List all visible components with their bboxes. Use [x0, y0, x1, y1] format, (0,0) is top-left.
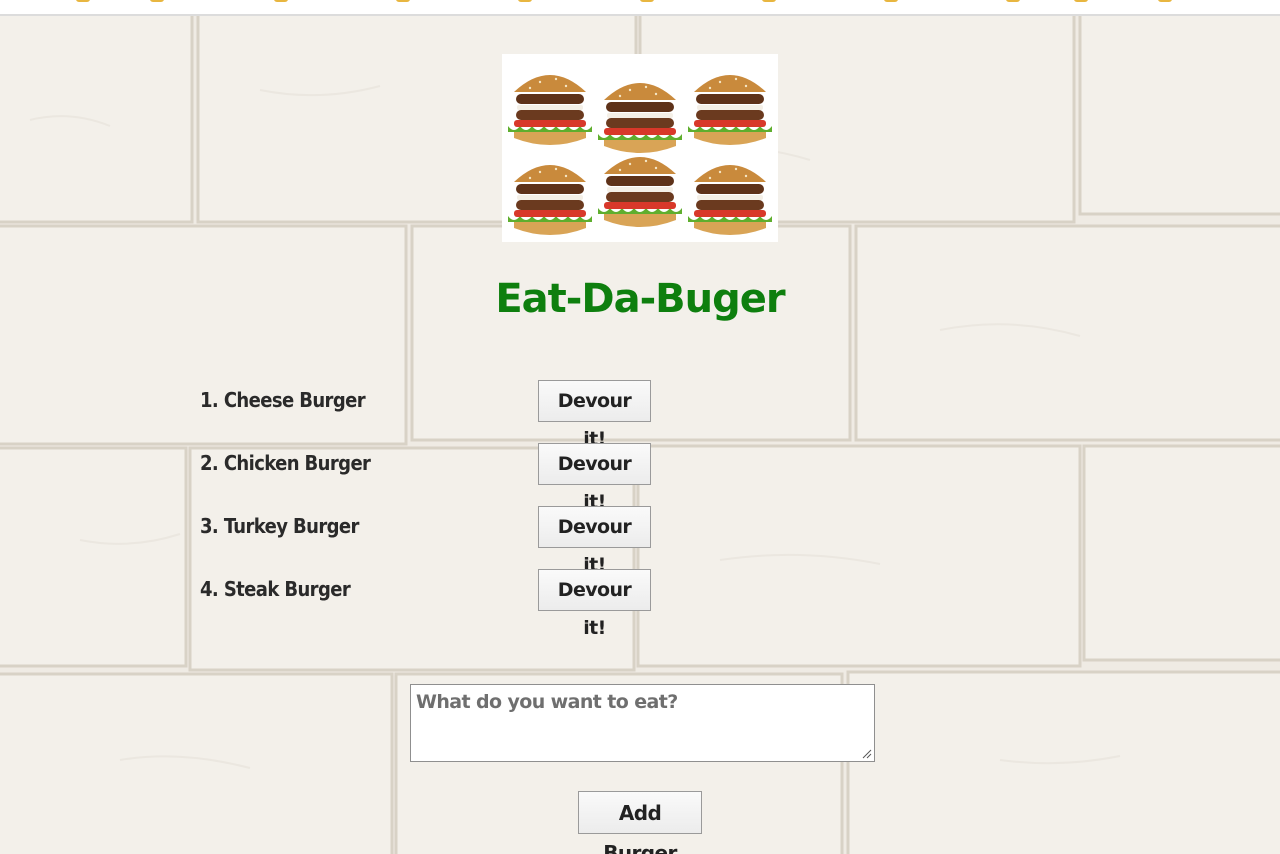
devour-button[interactable]: Devour it! [538, 569, 651, 639]
top-strip [0, 0, 1280, 16]
devour-button[interactable]: Devour it! [538, 506, 651, 576]
strip-dot [518, 0, 532, 2]
strip-dot [1074, 0, 1088, 2]
strip-dot [76, 0, 90, 2]
strip-dot [274, 0, 288, 2]
burger-name: 2. Chicken Burger [200, 451, 371, 475]
strip-dot [150, 0, 164, 2]
burger-list-item: 4. Steak Burger Devour it! [200, 569, 660, 639]
resize-grip-icon[interactable] [861, 748, 872, 759]
burger-list-item: 3. Turkey Burger Devour it! [200, 506, 660, 576]
burger-list-item: 2. Chicken Burger Devour it! [200, 443, 660, 513]
devour-button[interactable]: Devour it! [538, 443, 651, 513]
burger-name: 4. Steak Burger [200, 577, 351, 601]
strip-dot [396, 0, 410, 2]
devour-button[interactable]: Devour it! [538, 380, 651, 450]
strip-dot [640, 0, 654, 2]
page-title: Eat-Da-Buger [495, 276, 785, 322]
add-burger-button[interactable]: Add Burger [578, 791, 702, 854]
strip-dot [762, 0, 776, 2]
burger-name-input[interactable] [410, 684, 875, 762]
strip-dot [884, 0, 898, 2]
burger-list-item: 1. Cheese Burger Devour it! [200, 380, 660, 450]
burgers-illustration [508, 75, 772, 235]
burgers-image [502, 54, 778, 242]
burger-name: 3. Turkey Burger [200, 514, 359, 538]
burger-name: 1. Cheese Burger [200, 388, 366, 412]
strip-dot [1158, 0, 1172, 2]
strip-dot [1006, 0, 1020, 2]
